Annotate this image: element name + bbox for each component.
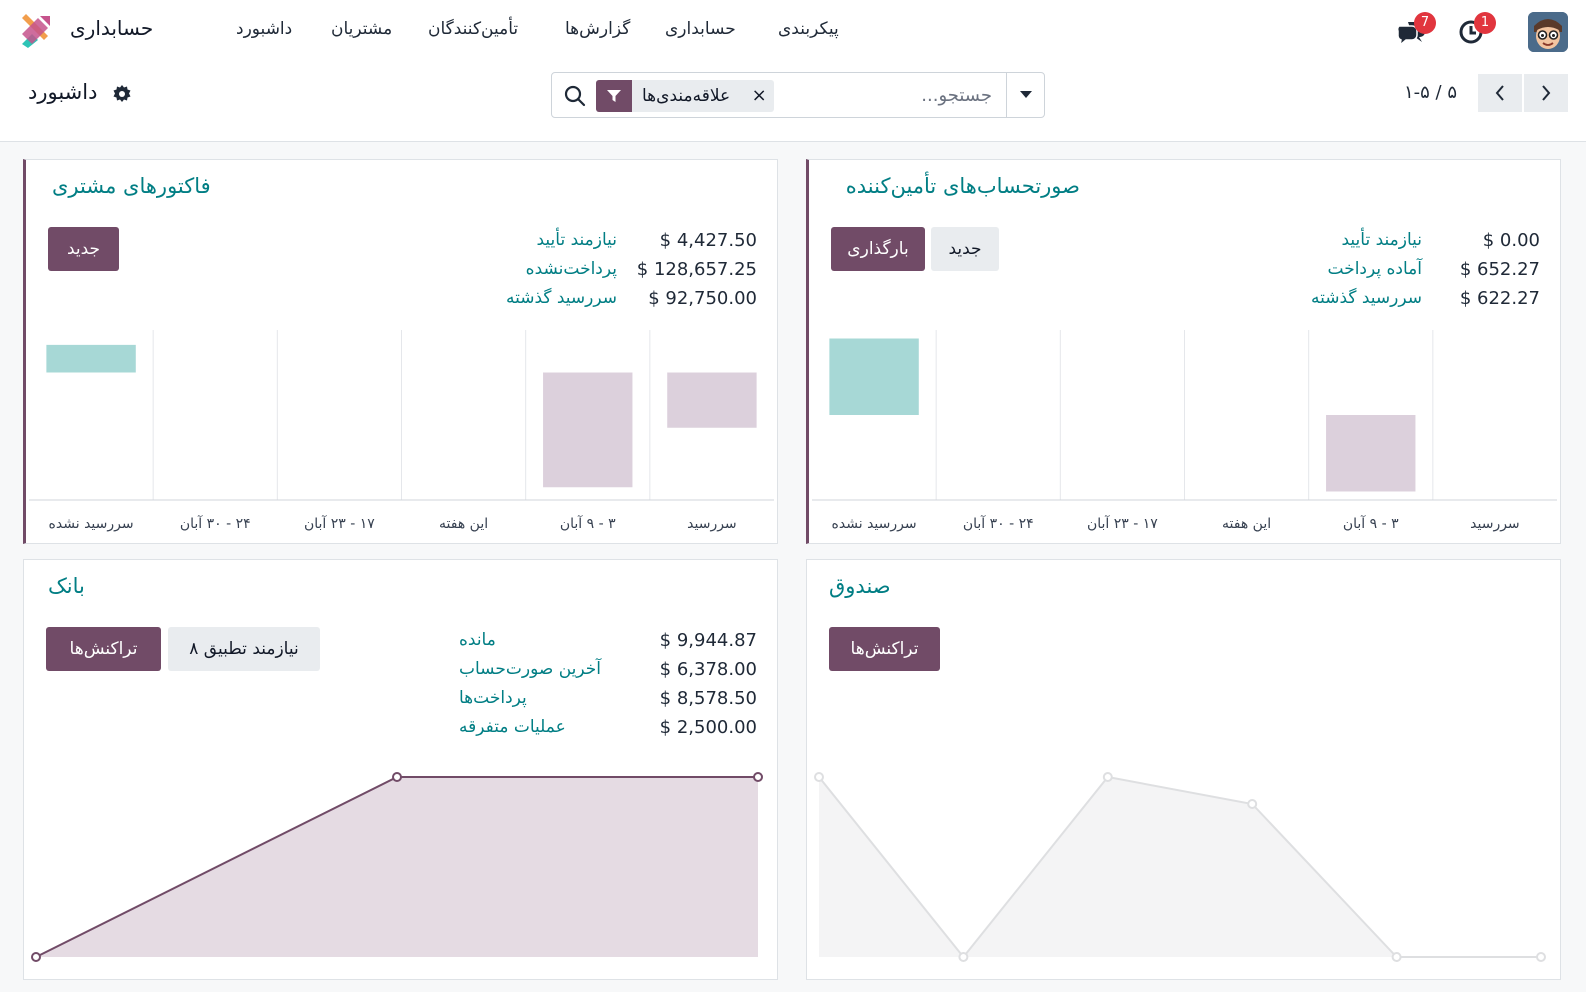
vendor-chart-bar <box>1326 415 1416 492</box>
vendor-kpi-label-to-pay[interactable]: آماده پرداخت <box>1328 259 1423 279</box>
search-input[interactable] <box>792 80 992 110</box>
control-panel: داشبورد علاقه‌مندی‌ها × ۱-۵ / ۵ <box>0 62 1586 142</box>
cash-chart-area <box>819 777 1541 957</box>
cash-transactions-button[interactable]: تراکنش‌ها <box>829 627 940 671</box>
customer-kpi-label-late[interactable]: سررسید گذشته <box>506 288 617 308</box>
nav-item-vendors[interactable]: تأمین‌کنندگان <box>428 19 518 39</box>
bank-kpi-label-misc-operations[interactable]: عملیات متفرقه <box>459 717 566 737</box>
customer-kpi-value-to-validate: $ 4,427.50 <box>659 230 757 251</box>
favorites-filter-facet: علاقه‌مندی‌ها × <box>596 80 775 112</box>
bank-balance-area-chart <box>31 772 763 962</box>
facet-remove-icon[interactable]: × <box>744 80 774 112</box>
chevron-left-icon <box>1495 85 1504 101</box>
vendor-chart-tick-label: ۳ - ۹ آبان <box>1343 515 1399 532</box>
vendor-chart-tick-label: این هفته <box>1222 516 1271 532</box>
pager-previous-button[interactable] <box>1478 74 1522 112</box>
customer-invoices-title[interactable]: فاکتورهای مشتری <box>52 174 211 198</box>
customer-chart-tick-label: این هفته <box>439 516 488 532</box>
filter-icon <box>596 80 632 112</box>
customer-kpi-label-unpaid[interactable]: پرداخت‌نشده <box>526 259 617 279</box>
user-avatar[interactable] <box>1528 12 1568 52</box>
customer-invoices-bar-chart: سررسید ۳ - ۹ آبان این هفته ۱۷ - ۲۳ آبان ۲۴ -… <box>29 330 774 532</box>
gear-icon[interactable] <box>112 84 132 104</box>
nav-item-accounting[interactable]: حسابداری <box>665 19 736 39</box>
activities-badge: 1 <box>1474 12 1496 34</box>
chevron-right-icon <box>1542 85 1551 101</box>
bank-chart-point <box>753 772 763 782</box>
customer-invoices-card: فاکتورهای مشتری جدید نیازمند تأیید $ 4,4… <box>23 159 778 544</box>
vendor-bills-title[interactable]: صورتحساب‌های تأمین‌کننده <box>846 174 1080 198</box>
search-bar: علاقه‌مندی‌ها × <box>551 72 1045 118</box>
vendor-bills-card: صورتحساب‌های تأمین‌کننده بارگذاری جدید ن… <box>806 159 1561 544</box>
search-icon[interactable] <box>564 85 586 107</box>
vendor-chart-tick-label: سررسید <box>1470 516 1520 532</box>
cash-chart-point <box>958 952 969 962</box>
customer-kpi-value-late: $ 92,750.00 <box>648 288 757 309</box>
customer-chart-bar <box>543 372 633 488</box>
vendor-upload-button[interactable]: بارگذاری <box>831 227 925 271</box>
vendor-kpi-label-to-validate[interactable]: نیازمند تأیید <box>1341 230 1422 250</box>
cash-journal-card: صندوق تراکنش‌ها <box>806 559 1561 980</box>
cash-chart-point <box>814 772 824 782</box>
bank-kpi-value-payments: $ 8,578.50 <box>659 688 757 709</box>
bank-chart-point <box>392 772 402 782</box>
bank-kpi-label-last-statement[interactable]: آخرین صورت‌حساب <box>459 659 601 679</box>
nav-item-customers[interactable]: مشتریان <box>331 19 392 39</box>
cash-chart-point <box>1102 772 1113 782</box>
cash-chart-point <box>1247 799 1258 809</box>
customer-chart-bar <box>46 344 136 373</box>
customer-kpi-value-unpaid: $ 128,657.25 <box>636 259 757 280</box>
search-options-toggle[interactable] <box>1006 73 1044 117</box>
vendor-kpi-value-to-validate: $ 0.00 <box>1482 230 1540 251</box>
top-navbar: حسابداری داشبورد مشتریان تأمین‌کنندگان گ… <box>0 0 1586 62</box>
bank-kpi-label-balance[interactable]: مانده <box>459 630 496 650</box>
bank-journal-card: بانک تراکنش‌ها نیازمند تطبیق ۸ مانده $ 9… <box>23 559 778 980</box>
customer-chart-tick-label: ۳ - ۹ آبان <box>560 515 616 532</box>
bank-to-reconcile-button[interactable]: نیازمند تطبیق ۸ <box>168 627 320 671</box>
messages-badge: 7 <box>1414 12 1436 34</box>
vendor-new-button[interactable]: جدید <box>931 227 999 271</box>
accounting-app-logo[interactable] <box>18 14 52 48</box>
pager-next-button[interactable] <box>1524 74 1568 112</box>
customer-chart-tick-label: ۲۴ - ۳۰ آبان <box>180 515 251 532</box>
nav-item-reports[interactable]: گزارش‌ها <box>565 19 630 39</box>
vendor-chart-tick-label: ۱۷ - ۲۳ آبان <box>1087 515 1158 532</box>
facet-label: علاقه‌مندی‌ها <box>642 86 731 106</box>
caret-down-icon <box>1019 91 1032 98</box>
bank-title[interactable]: بانک <box>48 574 85 598</box>
bank-chart-area <box>36 777 758 957</box>
customer-chart-bar <box>667 372 757 428</box>
nav-item-dashboard[interactable]: داشبورد <box>236 19 292 39</box>
customer-chart-tick-label: سررسید نشده <box>49 516 134 532</box>
vendor-chart-tick-label: سررسید نشده <box>832 516 917 532</box>
bank-kpi-value-misc-operations: $ 2,500.00 <box>659 717 757 738</box>
nav-item-configuration[interactable]: پیکربندی <box>778 19 839 39</box>
bank-chart-point <box>31 952 41 962</box>
bank-transactions-button[interactable]: تراکنش‌ها <box>46 627 161 671</box>
vendor-chart-tick-label: ۲۴ - ۳۰ آبان <box>963 515 1034 532</box>
app-name[interactable]: حسابداری <box>70 16 153 40</box>
bank-kpi-value-last-statement: $ 6,378.00 <box>659 659 757 680</box>
vendor-kpi-label-late[interactable]: سررسید گذشته <box>1311 288 1422 308</box>
vendor-kpi-value-late: $ 622.27 <box>1459 288 1540 309</box>
pager-value[interactable]: ۱-۵ / ۵ <box>1404 82 1457 103</box>
cash-balance-area-chart <box>814 772 1546 962</box>
customer-new-button[interactable]: جدید <box>48 227 119 271</box>
customer-chart-tick-label: سررسید <box>687 516 737 532</box>
customer-chart-tick-label: ۱۷ - ۲۳ آبان <box>304 515 375 532</box>
cash-title[interactable]: صندوق <box>829 574 891 598</box>
vendor-chart-bar <box>829 338 919 415</box>
bank-kpi-label-payments[interactable]: پرداخت‌ها <box>459 688 527 708</box>
breadcrumb: داشبورد <box>28 80 98 104</box>
vendor-bills-bar-chart: سررسید ۳ - ۹ آبان این هفته ۱۷ - ۲۳ آبان ۲۴ -… <box>812 330 1557 532</box>
cash-chart-point <box>1536 952 1546 962</box>
bank-kpi-value-balance: $ 9,944.87 <box>659 630 757 651</box>
vendor-kpi-value-to-pay: $ 652.27 <box>1459 259 1540 280</box>
customer-kpi-label-to-validate[interactable]: نیازمند تأیید <box>536 230 617 250</box>
cash-chart-point <box>1391 952 1402 962</box>
